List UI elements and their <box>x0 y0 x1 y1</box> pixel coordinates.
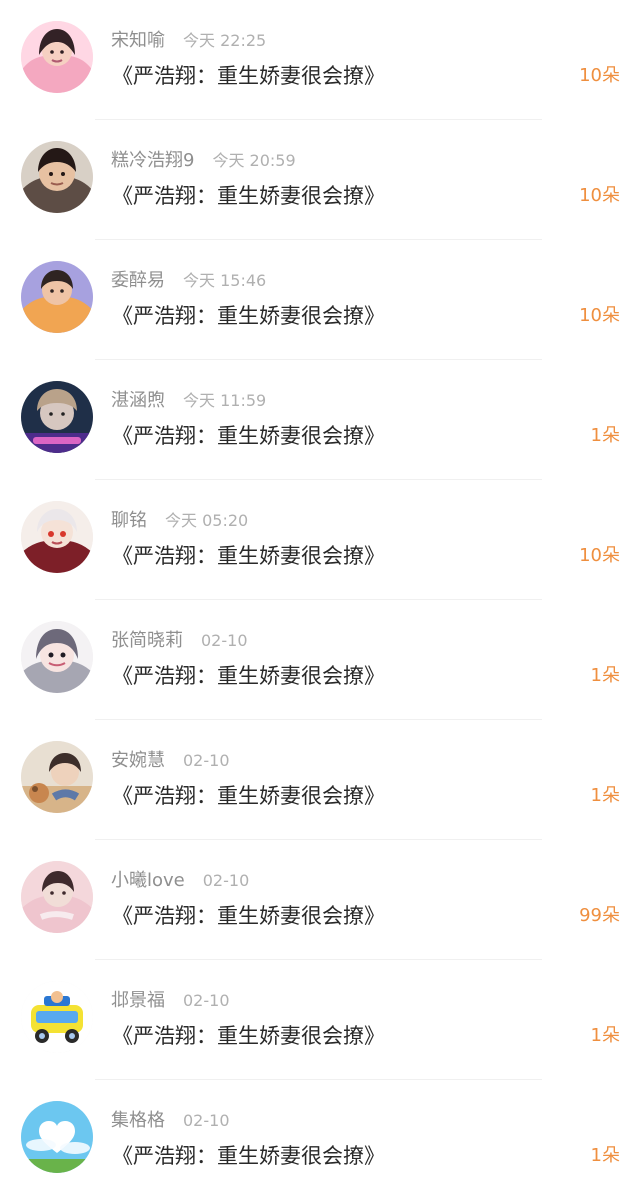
user-name[interactable]: 小曦love <box>111 870 185 891</box>
anime-boy-avatar-icon <box>21 501 93 573</box>
list-item[interactable]: 小曦love 02-10 《严浩翔：重生娇妻很会撩》 99朵 <box>0 840 640 960</box>
user-name[interactable]: 聊铭 <box>111 510 147 531</box>
gift-record-list: 宋知喻 今天 22:25 《严浩翔：重生娇妻很会撩》 10朵 糕冷浩翔9 今天 20… <box>0 0 640 1182</box>
user-name[interactable]: 张简晓莉 <box>111 630 183 651</box>
girl-pink-avatar-icon <box>21 21 93 93</box>
gift-amount: 10朵 <box>579 545 620 566</box>
toy-car-avatar-icon <box>21 981 93 1053</box>
avatar[interactable] <box>21 1101 93 1173</box>
boy-dark-bg-avatar-icon <box>21 381 93 453</box>
boy-face-avatar-icon <box>21 141 93 213</box>
timestamp: 今天 11:59 <box>183 391 267 410</box>
book-title[interactable]: 《严浩翔：重生娇妻很会撩》 <box>112 300 385 332</box>
list-item[interactable]: 聊铭 今天 05:20 《严浩翔：重生娇妻很会撩》 10朵 <box>0 480 640 600</box>
avatar[interactable] <box>21 501 93 573</box>
timestamp: 02-10 <box>202 871 250 890</box>
timestamp: 今天 05:20 <box>165 511 249 530</box>
book-title[interactable]: 《严浩翔：重生娇妻很会撩》 <box>112 1020 385 1052</box>
avatar[interactable] <box>21 261 93 333</box>
avatar[interactable] <box>21 621 93 693</box>
list-item[interactable]: 安婉慧 02-10 《严浩翔：重生娇妻很会撩》 1朵 <box>0 720 640 840</box>
gift-amount: 1朵 <box>590 425 620 446</box>
gift-amount: 1朵 <box>590 785 620 806</box>
user-name[interactable]: 宋知喻 <box>111 30 165 51</box>
avatar[interactable] <box>21 861 93 933</box>
gift-amount: 99朵 <box>579 905 620 926</box>
book-title[interactable]: 《严浩翔：重生娇妻很会撩》 <box>112 780 385 812</box>
list-item[interactable]: 宋知喻 今天 22:25 《严浩翔：重生娇妻很会撩》 10朵 <box>0 0 640 120</box>
book-title[interactable]: 《严浩翔：重生娇妻很会撩》 <box>112 660 385 692</box>
boy-dog-avatar-icon <box>21 741 93 813</box>
user-name[interactable]: 集格格 <box>111 1110 165 1131</box>
anime-girl-avatar-icon <box>21 621 93 693</box>
book-title[interactable]: 《严浩翔：重生娇妻很会撩》 <box>112 540 385 572</box>
user-name[interactable]: 糕冷浩翔9 <box>111 150 194 171</box>
user-name[interactable]: 安婉慧 <box>111 750 165 771</box>
avatar[interactable] <box>21 741 93 813</box>
avatar[interactable] <box>21 141 93 213</box>
gift-amount: 10朵 <box>579 65 620 86</box>
avatar[interactable] <box>21 381 93 453</box>
avatar[interactable] <box>21 981 93 1053</box>
timestamp: 02-10 <box>183 1111 230 1130</box>
timestamp: 02-10 <box>201 631 248 650</box>
gift-amount: 10朵 <box>579 305 620 326</box>
list-item[interactable]: 邶景福 02-10 《严浩翔：重生娇妻很会撩》 1朵 <box>0 960 640 1080</box>
book-title[interactable]: 《严浩翔：重生娇妻很会撩》 <box>112 60 385 92</box>
boy-pink-avatar-icon <box>21 861 93 933</box>
list-item[interactable]: 张简晓莉 02-10 《严浩翔：重生娇妻很会撩》 1朵 <box>0 600 640 720</box>
list-item[interactable]: 委醉易 今天 15:46 《严浩翔：重生娇妻很会撩》 10朵 <box>0 240 640 360</box>
gift-amount: 1朵 <box>590 1145 620 1166</box>
timestamp: 今天 22:25 <box>183 31 267 50</box>
gift-amount: 10朵 <box>579 185 620 206</box>
user-name[interactable]: 湛涵煦 <box>111 390 165 411</box>
user-name[interactable]: 委醉易 <box>111 270 165 291</box>
book-title[interactable]: 《严浩翔：重生娇妻很会撩》 <box>112 420 385 452</box>
book-title[interactable]: 《严浩翔：重生娇妻很会撩》 <box>112 900 385 932</box>
timestamp: 今天 20:59 <box>212 151 296 170</box>
list-item[interactable]: 集格格 02-10 《严浩翔：重生娇妻很会撩》 1朵 <box>0 1080 640 1200</box>
timestamp: 02-10 <box>183 751 230 770</box>
book-title[interactable]: 《严浩翔：重生娇妻很会撩》 <box>112 180 385 212</box>
list-item[interactable]: 湛涵煦 今天 11:59 《严浩翔：重生娇妻很会撩》 1朵 <box>0 360 640 480</box>
list-item[interactable]: 糕冷浩翔9 今天 20:59 《严浩翔：重生娇妻很会撩》 10朵 <box>0 120 640 240</box>
boy-purple-bg-avatar-icon <box>21 261 93 333</box>
avatar[interactable] <box>21 21 93 93</box>
gift-amount: 1朵 <box>590 665 620 686</box>
sky-heart-avatar-icon <box>21 1101 93 1173</box>
timestamp: 02-10 <box>183 991 230 1010</box>
gift-amount: 1朵 <box>590 1025 620 1046</box>
timestamp: 今天 15:46 <box>183 271 267 290</box>
user-name[interactable]: 邶景福 <box>111 990 165 1011</box>
book-title[interactable]: 《严浩翔：重生娇妻很会撩》 <box>112 1140 385 1172</box>
